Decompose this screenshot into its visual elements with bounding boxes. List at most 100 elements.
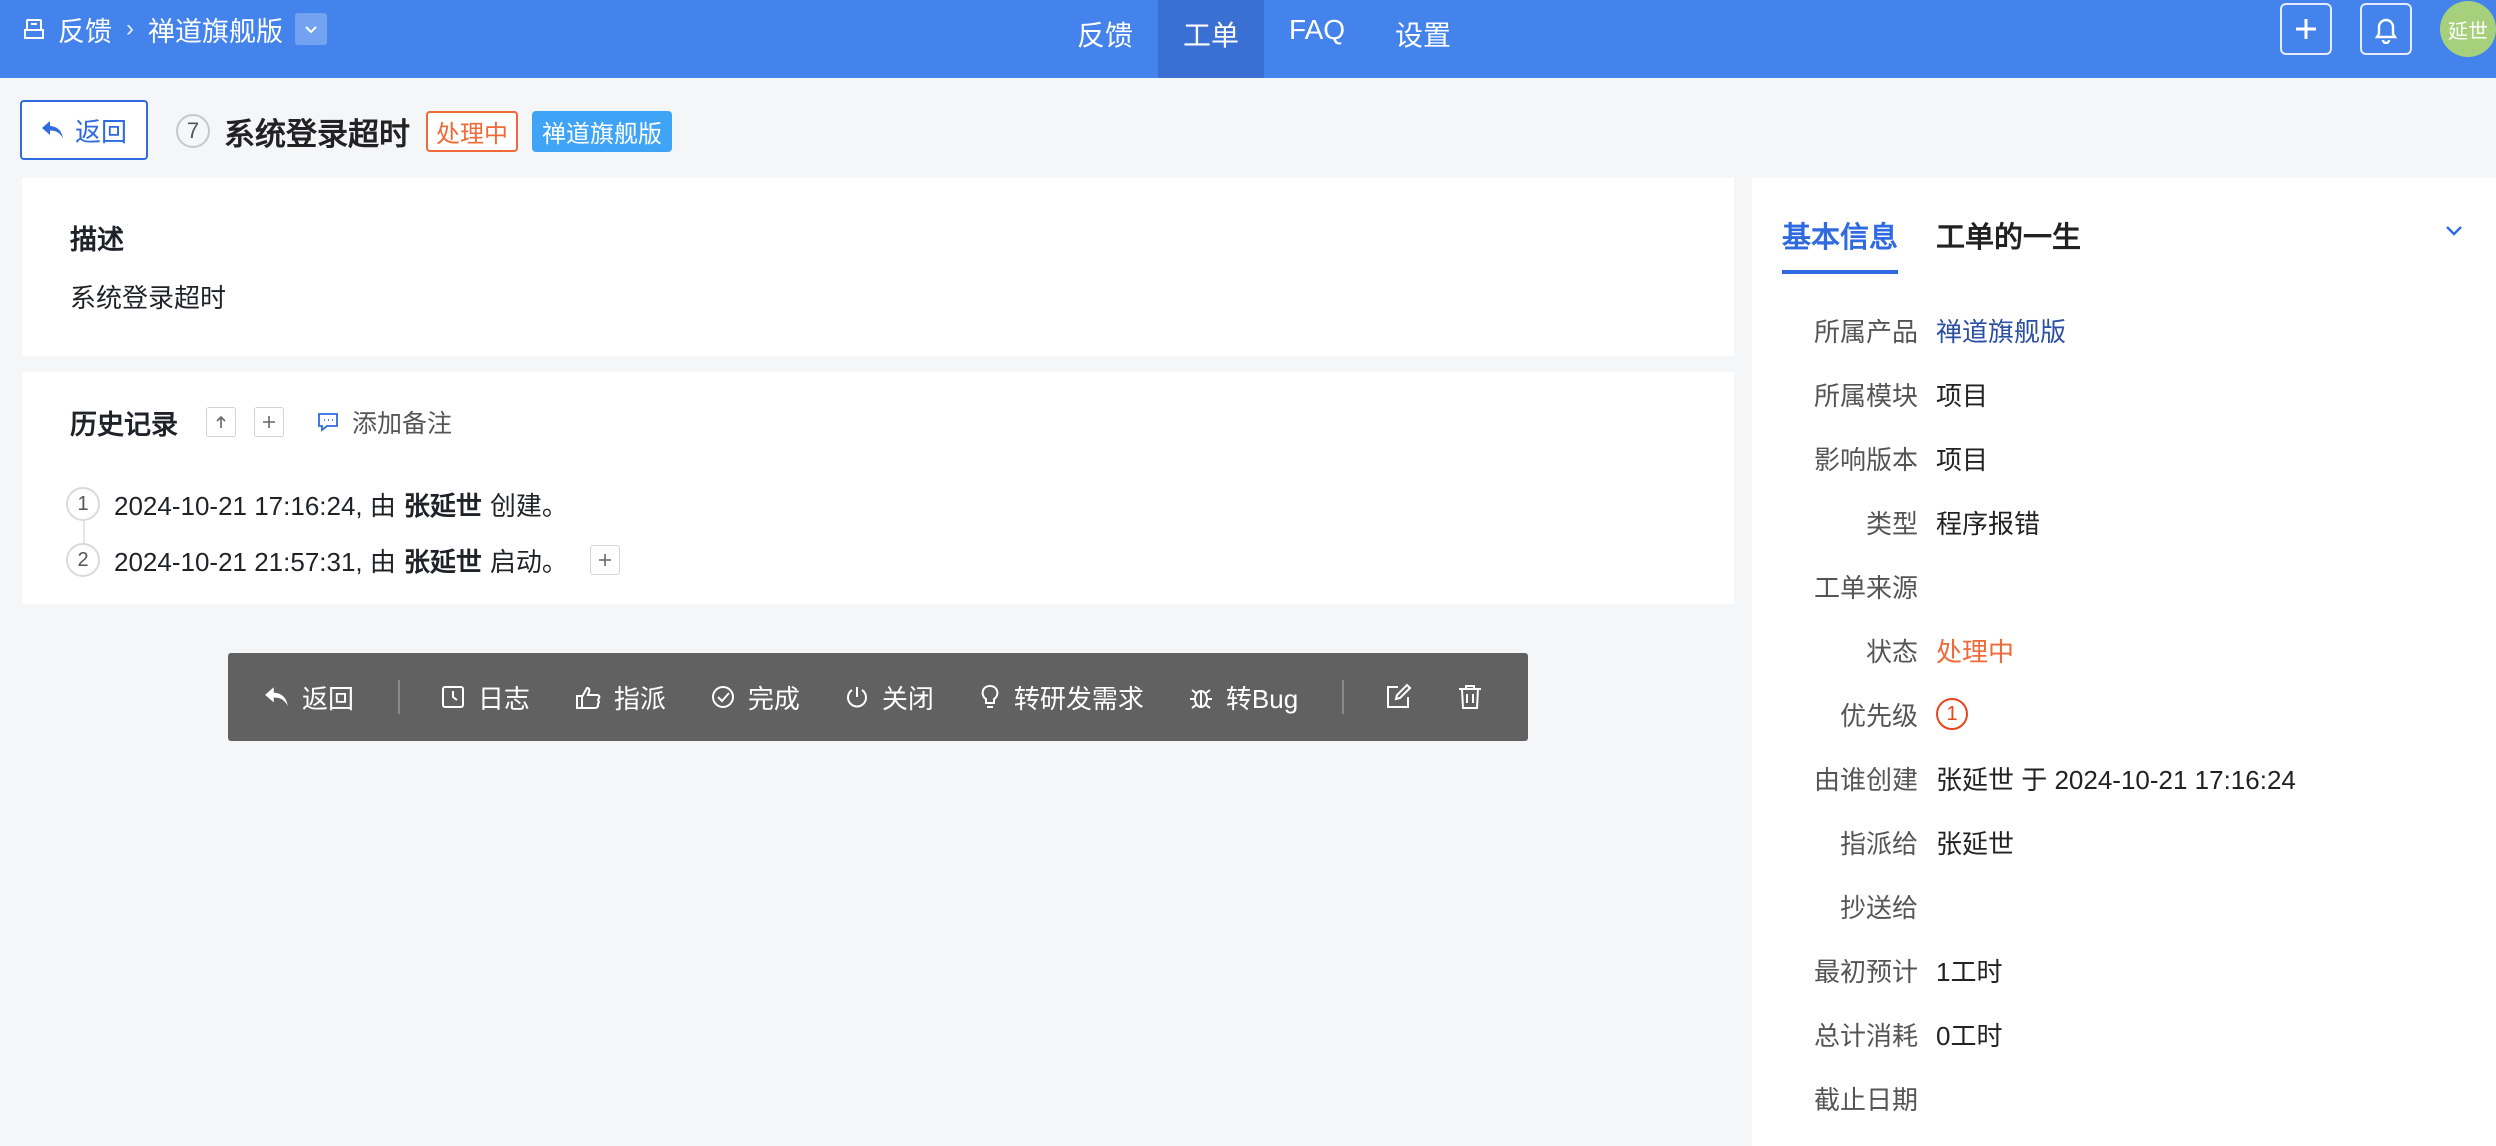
tab-faq[interactable]: FAQ <box>1264 0 1370 78</box>
info-value: 项目 <box>1936 444 1989 475</box>
plus-icon <box>598 554 611 566</box>
breadcrumb-product[interactable]: 禅道旗舰版 <box>148 10 283 49</box>
info-label: 指派给 <box>1839 828 1918 859</box>
product-badge: 禅道旗舰版 <box>532 110 672 152</box>
edit-button[interactable] <box>1384 683 1412 711</box>
add-note-label: 添加备注 <box>352 410 453 438</box>
info-value: 程序报错 <box>1936 508 2041 539</box>
finish-button[interactable]: 完成 <box>710 679 800 716</box>
create-button[interactable] <box>2280 3 2332 55</box>
info-label: 由谁创建 <box>1813 764 1918 795</box>
history-list: 1 2024-10-21 17:16:24, 由 张延世 创建。 2 2024-… <box>66 476 620 588</box>
toolbar-divider <box>398 680 400 714</box>
info-value: 0工时 <box>1936 1020 2003 1051</box>
info-label: 类型 <box>1865 508 1918 539</box>
info-label: 抄送给 <box>1839 892 1918 923</box>
info-row-priority: 优先级 1 <box>1752 682 2496 746</box>
product-link[interactable]: 禅道旗舰版 <box>1936 312 2066 349</box>
feedback-icon <box>22 17 46 41</box>
info-label: 所属模块 <box>1813 380 1918 411</box>
log-label: 日志 <box>477 683 530 714</box>
tab-feedback[interactable]: 反馈 <box>1052 0 1158 78</box>
description-card: 描述 系统登录超时 <box>22 178 1734 356</box>
history-header: 历史记录 添加备注 <box>70 404 452 440</box>
info-row-cc: 抄送给 <box>1752 874 2496 938</box>
arrow-up-icon <box>216 415 226 428</box>
hand-pointer-icon <box>575 686 601 709</box>
expand-entry-button[interactable] <box>589 545 620 575</box>
info-row-deadline: 截止日期 <box>1752 1066 2496 1130</box>
close-label: 关闭 <box>881 683 934 714</box>
info-row-module: 所属模块 项目 <box>1752 362 2496 426</box>
info-row-estimate: 最初预计 1工时 <box>1752 938 2496 1002</box>
info-row-product: 所属产品 禅道旗舰版 <box>1752 298 2496 362</box>
info-label: 影响版本 <box>1813 444 1918 475</box>
top-right-actions: 延世 <box>2252 0 2496 58</box>
ticket-title-row: 7 系统登录超时 处理中 禅道旗舰版 <box>176 110 672 152</box>
collapse-sidebar-button[interactable] <box>2442 218 2466 247</box>
info-row-consumed: 总计消耗 0工时 <box>1752 1002 2496 1066</box>
info-row-source: 工单来源 <box>1752 554 2496 618</box>
info-value: 张延世 <box>1936 828 2015 859</box>
plus-icon <box>2296 19 2316 39</box>
chevron-down-icon <box>305 26 317 34</box>
history-entry-action: 启动。 <box>489 546 568 577</box>
to-bug-label: 转Bug <box>1225 683 1299 714</box>
detail-sidebar: 基本信息 工单的一生 所属产品 禅道旗舰版 所属模块 项目 影响版本 项目 类型… <box>1752 178 2496 1146</box>
avatar[interactable]: 延世 <box>2440 1 2496 57</box>
close-button[interactable]: 关闭 <box>844 679 934 716</box>
back-arrow-icon <box>265 687 288 707</box>
history-entry-time: 2024-10-21 21:57:31, 由 <box>114 546 396 577</box>
tab-settings[interactable]: 设置 <box>1370 0 1476 78</box>
to-bug-button[interactable]: 转Bug <box>1188 679 1298 716</box>
status-value: 处理中 <box>1936 636 2015 667</box>
back-arrow-icon <box>41 121 63 139</box>
product-dropdown-button[interactable] <box>295 13 327 45</box>
back-button[interactable]: 返回 <box>20 100 148 160</box>
tab-basic-info[interactable]: 基本信息 <box>1782 214 1899 274</box>
info-row-status: 状态 处理中 <box>1752 618 2496 682</box>
sidebar-tabs: 基本信息 工单的一生 <box>1782 214 2119 274</box>
tab-ticket-life[interactable]: 工单的一生 <box>1936 214 2081 274</box>
notification-button[interactable] <box>2360 3 2412 55</box>
action-toolbar: 返回 日志 指派 完成 关闭 转研发需求 转Bug <box>228 653 1528 741</box>
breadcrumb: 反馈 › 禅道旗舰版 <box>22 0 327 58</box>
assign-label: 指派 <box>613 683 666 714</box>
history-entry-number: 1 <box>66 487 100 521</box>
toolbar-back-button[interactable]: 返回 <box>264 679 354 716</box>
add-note-button[interactable]: 添加备注 <box>316 404 452 440</box>
toolbar-back-label: 返回 <box>302 683 355 714</box>
delete-button[interactable] <box>1456 683 1484 711</box>
log-button[interactable]: 日志 <box>440 679 530 716</box>
back-button-label: 返回 <box>74 116 127 147</box>
breadcrumb-feedback[interactable]: 反馈 <box>58 10 112 49</box>
to-story-button[interactable]: 转研发需求 <box>978 679 1144 716</box>
info-label: 状态 <box>1865 636 1918 667</box>
info-label: 总计消耗 <box>1813 1020 1918 1051</box>
expand-all-button[interactable] <box>254 407 284 437</box>
top-navbar: 反馈 › 禅道旗舰版 反馈 工单 FAQ 设置 延世 <box>0 0 2496 78</box>
clock-icon <box>441 686 464 708</box>
bug-icon <box>1189 689 1212 709</box>
sort-history-button[interactable] <box>206 407 236 437</box>
info-label: 截止日期 <box>1813 1084 1918 1115</box>
info-label: 优先级 <box>1839 700 1918 731</box>
info-value-wrap: 1 <box>1936 698 1968 730</box>
info-row-creator: 由谁创建 张延世 于 2024-10-21 17:16:24 <box>1752 746 2496 810</box>
history-entry: 1 2024-10-21 17:16:24, 由 张延世 创建。 <box>66 476 620 532</box>
lightbulb-icon <box>981 685 999 708</box>
info-list: 所属产品 禅道旗舰版 所属模块 项目 影响版本 项目 类型 程序报错 工单来源 … <box>1752 298 2496 1130</box>
info-row-type: 类型 程序报错 <box>1752 490 2496 554</box>
comment-icon <box>318 413 338 432</box>
toolbar-divider <box>1342 680 1344 714</box>
assign-button[interactable]: 指派 <box>574 679 666 716</box>
chevron-right-icon: › <box>126 15 134 42</box>
description-heading: 描述 <box>70 225 124 255</box>
info-row-assignee: 指派给 张延世 <box>1752 810 2496 874</box>
page-title: 系统登录超时 <box>224 116 410 152</box>
finish-label: 完成 <box>747 683 800 714</box>
info-label: 最初预计 <box>1813 956 1918 987</box>
info-value: 张延世 于 2024-10-21 17:16:24 <box>1936 764 2296 795</box>
history-entry-time: 2024-10-21 17:16:24, 由 <box>114 490 396 521</box>
tab-ticket[interactable]: 工单 <box>1158 0 1265 78</box>
